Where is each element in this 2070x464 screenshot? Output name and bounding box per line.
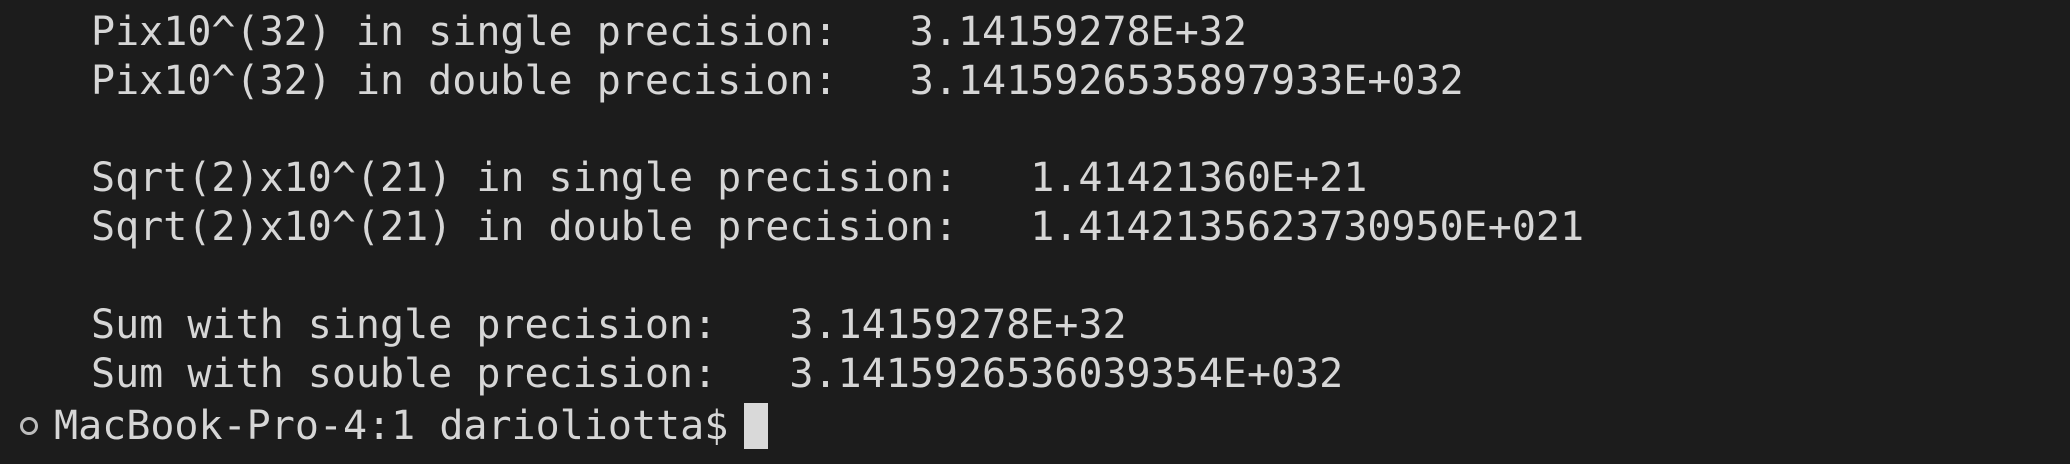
shell-prompt: MacBook-Pro-4:1 darioliotta$ [54,403,729,449]
output-line-sum-double: Sum with souble precision: 3.14159265360… [91,351,1344,397]
text-cursor[interactable] [744,403,769,449]
output-line-pi-double: Pix10^(32) in double precision: 3.141592… [91,58,1464,104]
output-line-sqrt-single: Sqrt(2)x10^(21) in single precision: 1.4… [91,155,1368,201]
output-line-pi-single: Pix10^(32) in single precision: 3.141592… [91,9,1247,55]
circle-indicator-icon [20,417,38,435]
terminal-window[interactable]: Pix10^(32) in single precision: 3.141592… [0,0,2070,464]
output-line-sum-single: Sum with single precision: 3.14159278E+3… [91,302,1127,348]
output-line-sqrt-double: Sqrt(2)x10^(21) in double precision: 1.4… [91,204,1585,250]
prompt-row[interactable]: MacBook-Pro-4:1 darioliotta$ [20,402,769,450]
